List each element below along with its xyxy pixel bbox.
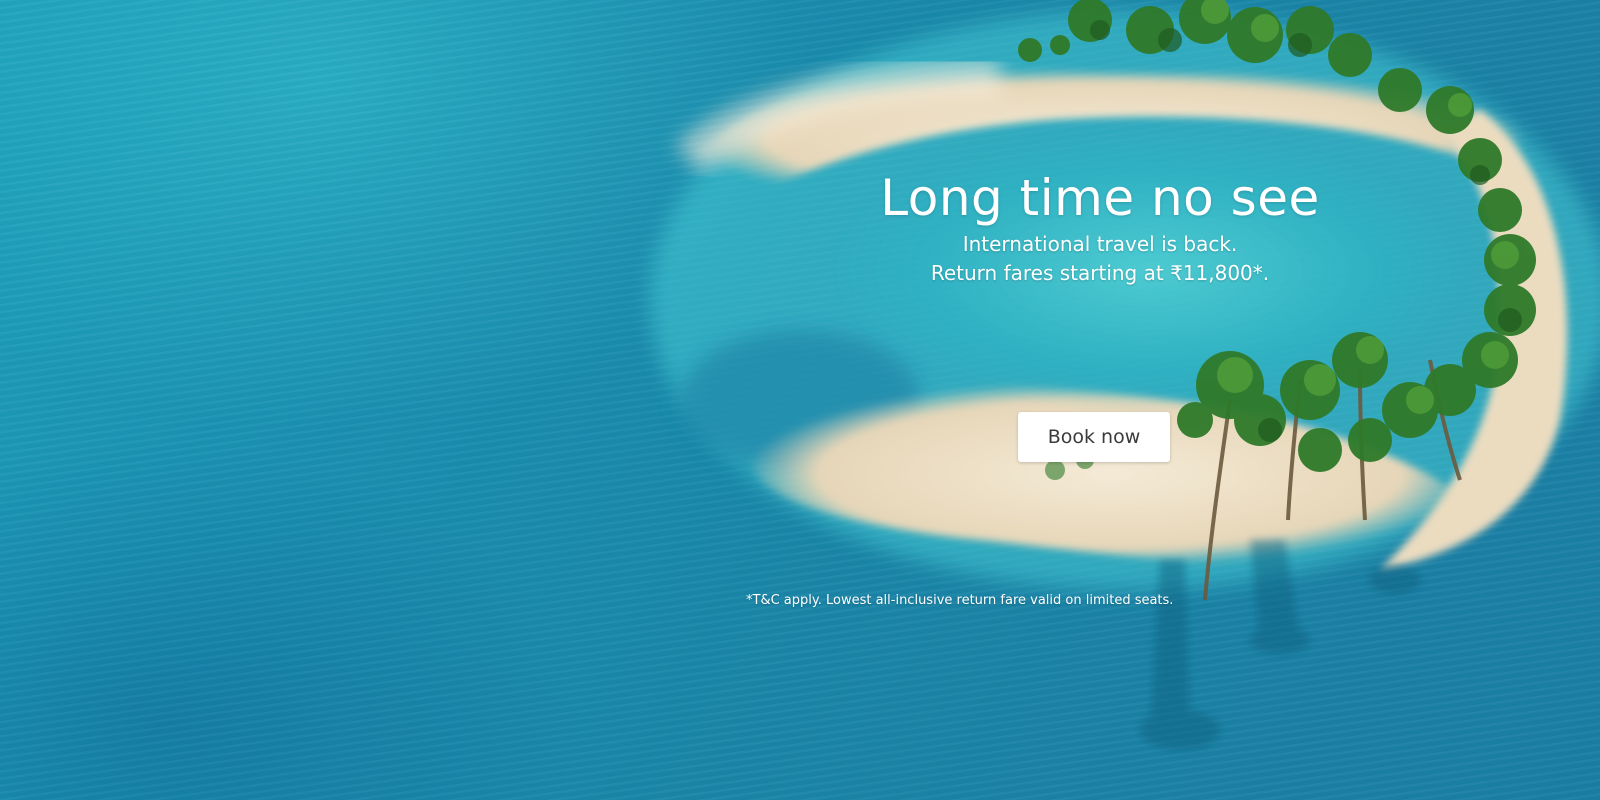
subheadline-line-1: International travel is back. xyxy=(962,232,1238,256)
subheadline-line-2: Return fares starting at ₹11,800*. xyxy=(930,261,1270,285)
book-now-button[interactable]: Book now xyxy=(1018,412,1170,462)
headline: Long time no see xyxy=(880,168,1320,227)
island-illustration xyxy=(650,0,1600,750)
terms-disclaimer: *T&C apply. Lowest all-inclusive return … xyxy=(746,593,1174,608)
subheadline: International travel is back. Return far… xyxy=(870,230,1330,288)
hero-banner: Long time no see International travel is… xyxy=(0,0,1600,800)
